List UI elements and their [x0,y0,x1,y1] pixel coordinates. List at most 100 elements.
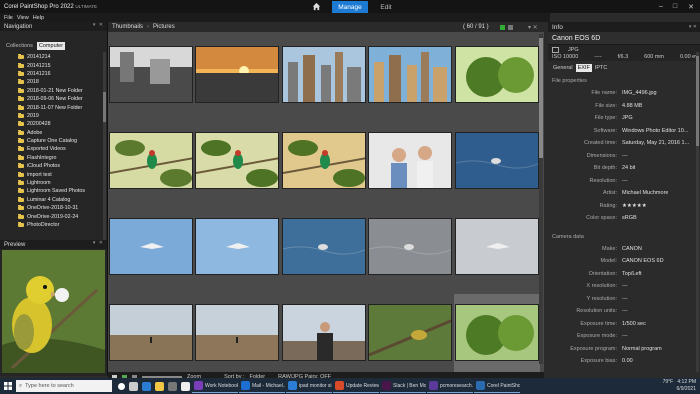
folder-item[interactable]: Capture One Catalog [4,137,102,145]
thumbnail-item[interactable] [281,208,367,294]
thumbnail-item[interactable] [194,208,280,294]
folder-item[interactable]: Lightroom [4,179,102,187]
folder-label: PhotoDirector [27,222,60,228]
taskbar-app[interactable]: Update Review... [333,379,379,393]
panel-controls-icon[interactable]: ▾ ✕ [93,240,104,246]
tab-general[interactable]: General [551,64,575,72]
thumbnail-item[interactable] [108,36,194,122]
scroll-thumb[interactable] [103,92,106,122]
scroll-thumb[interactable] [696,56,699,146]
thumbnail-item[interactable] [367,208,453,294]
navigation-scrollbar[interactable] [103,52,106,257]
thumbnail-item[interactable] [453,294,540,380]
folder-item[interactable]: 20141216 [4,70,102,78]
breadcrumb-separator-icon: › [147,24,150,30]
thumbnail-image [368,304,453,361]
folder-item[interactable]: Exported Videos [4,145,102,153]
format-label: JPG [568,47,579,53]
menu-help[interactable]: Help [33,15,44,21]
folder-item[interactable]: iCloud Photos [4,162,102,170]
folder-item[interactable]: Adobe [4,129,102,137]
file-explorer-icon[interactable] [155,381,164,391]
taskbar-app[interactable]: pcmoresearch... [427,379,473,393]
home-button[interactable] [310,1,322,12]
tab-computer[interactable]: Computer [36,42,66,50]
folder-item[interactable]: 20141214 [4,53,102,61]
taskbar-app[interactable]: ipad monitor si... [286,379,332,393]
folder-icon [18,112,24,118]
taskbar-app[interactable]: Slack | Ben Mo... [380,379,426,393]
info-key: Dimensions: [586,152,617,159]
cortana-icon[interactable] [118,382,125,390]
folder-item[interactable]: OneDrive-2019-02-24 [4,212,102,220]
info-key: Exposure program: [570,345,617,352]
taskbar-search[interactable]: ⌕ Type here to search [16,380,112,392]
folder-item[interactable]: 20200428 [4,120,102,128]
thumbnail-item[interactable] [367,294,453,380]
folder-item[interactable]: 20141215 [4,61,102,69]
view-grid-icon[interactable] [508,24,513,30]
menu-view[interactable]: View [17,15,29,21]
app-title: Corel PaintShop Pro 2022 ULTIMATE [0,4,110,10]
task-view-icon[interactable] [129,381,138,391]
start-button[interactable] [0,378,16,394]
thumbnail-image [195,304,280,361]
scroll-thumb[interactable] [539,38,543,158]
folder-item[interactable]: FlashIntegro [4,154,102,162]
folder-item[interactable]: import test [4,170,102,178]
folder-item[interactable]: Lightroom Saved Photos [4,187,102,195]
taskbar-app[interactable]: Work Notebook... [192,379,238,393]
edge-icon[interactable] [142,381,151,391]
menu-file[interactable]: File [4,15,13,21]
info-key: X resolution: [586,283,617,290]
thumbnail-item[interactable] [194,294,280,380]
thumbnail-item[interactable] [367,122,453,208]
panel-controls-icon[interactable]: ▾ ✕ [689,24,697,30]
folder-item[interactable]: PhotoDirector [4,221,102,229]
thumbnail-item[interactable] [367,36,453,122]
thumbnails-scrollbar[interactable] [539,34,543,364]
tab-collections[interactable]: Collections [4,42,35,50]
thumbnail-image [281,218,366,275]
tab-exif[interactable]: EXIF [575,64,592,72]
info-key: File size: [595,102,617,109]
info-value: IMG_4496.jpg [622,90,657,97]
thumbnail-item[interactable] [281,122,367,208]
breadcrumb-pictures[interactable]: Pictures [153,24,175,30]
folder-item[interactable]: Luminar 4 Catalog [4,196,102,204]
thumbnail-item[interactable] [108,122,194,208]
maximize-button[interactable]: □ [668,0,682,13]
close-button[interactable]: ✕ [684,0,698,13]
folder-item[interactable]: 2018-09-06 New Folder [4,95,102,103]
tab-manage[interactable]: Manage [332,1,368,13]
tab-iptc[interactable]: IPTC [593,64,610,72]
store-icon[interactable] [168,381,177,391]
info-row: Bit depth: 24 bit [548,162,700,175]
photos-icon[interactable] [181,381,190,391]
thumbnail-image [368,132,453,189]
thumbnail-item[interactable] [454,208,540,294]
thumbnail-item[interactable] [108,208,194,294]
thumbnail-item[interactable] [454,122,540,208]
panel-controls-icon[interactable]: ▾ ✕ [93,22,104,28]
taskbar-app[interactable]: Corel PaintSho... [474,379,520,393]
info-value: 4.88 MB [622,102,643,109]
panel-controls-icon[interactable]: ▾ ✕ [528,24,538,31]
minimize-button[interactable]: – [654,0,668,13]
thumbnail-item[interactable] [281,294,367,380]
folder-item[interactable]: OneDrive-2018-10-31 [4,204,102,212]
view-mode-icon[interactable] [500,24,505,30]
folder-label: 2018-11-07 New Folder [27,104,83,111]
thumbnail-item[interactable] [194,36,280,122]
folder-item[interactable]: 2018-11-07 New Folder [4,103,102,111]
tab-edit[interactable]: Edit [370,1,402,13]
info-scrollbar[interactable] [696,52,699,372]
thumbnail-item[interactable] [454,36,540,122]
thumbnail-item[interactable] [281,36,367,122]
taskbar-app[interactable]: Mail - Michael... [239,379,285,393]
folder-item[interactable]: 2018-01-21 New Folder [4,87,102,95]
folder-item[interactable]: 2019 [4,112,102,120]
thumbnail-item[interactable] [194,122,280,208]
thumbnail-item[interactable] [108,294,194,380]
folder-item[interactable]: 2018 [4,78,102,86]
